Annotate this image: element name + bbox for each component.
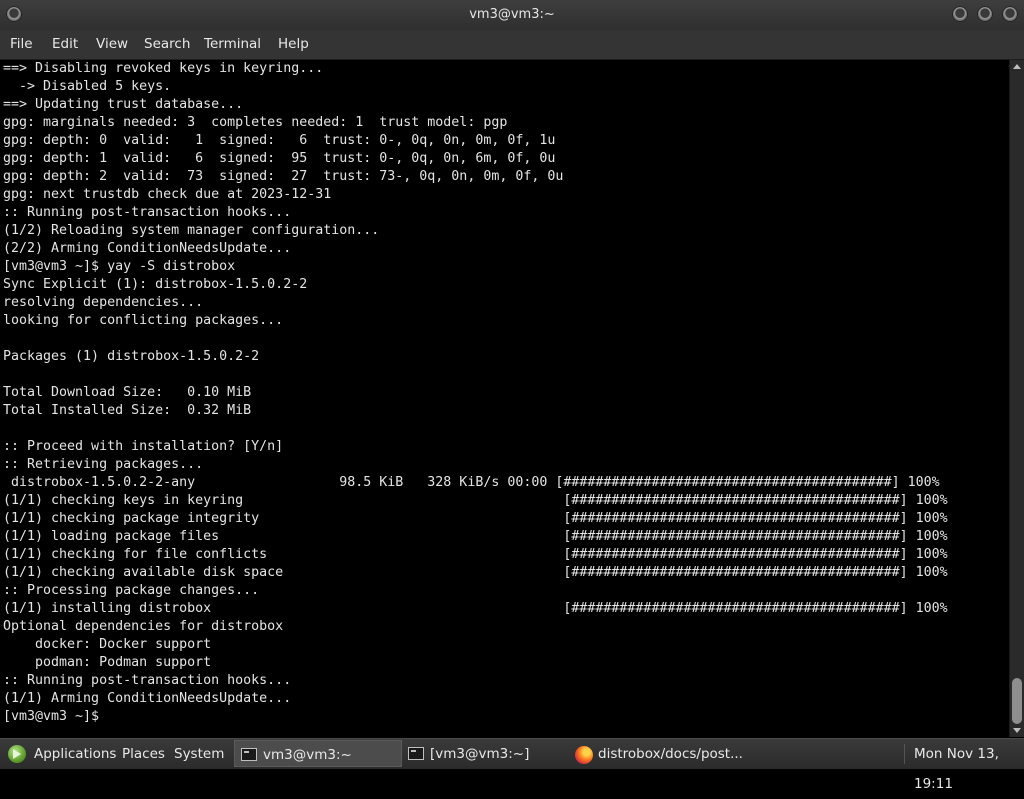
- task-button-terminal-active[interactable]: vm3@vm3:~: [234, 740, 402, 767]
- terminal-icon: [241, 748, 257, 761]
- terminal-line: :: Running post-transaction hooks...: [3, 205, 292, 220]
- menu-search[interactable]: Search: [144, 30, 190, 59]
- terminal-line: gpg: depth: 2 valid: 73 signed: 27 trust…: [3, 169, 564, 184]
- terminal-line: gpg: marginals needed: 3 completes neede…: [3, 115, 508, 130]
- terminal-icon: [408, 747, 424, 760]
- terminal-line: ==> Updating trust database...: [3, 97, 244, 112]
- terminal-line: Total Download Size: 0.10 MiB: [3, 385, 252, 400]
- menu-help[interactable]: Help: [278, 30, 309, 59]
- task-label: distrobox/docs/post...: [598, 746, 743, 762]
- applications-menu[interactable]: Applications: [34, 739, 116, 769]
- applications-menu-icon[interactable]: [8, 745, 26, 763]
- terminal-line: (1/1) checking package integrity [######…: [3, 511, 948, 526]
- task-button-terminal[interactable]: [vm3@vm3:~]: [404, 740, 570, 767]
- maximize-button[interactable]: [977, 6, 993, 22]
- terminal-line: distrobox-1.5.0.2-2-any 98.5 KiB 328 KiB…: [3, 475, 940, 490]
- places-menu[interactable]: Places: [122, 739, 165, 769]
- terminal-line: (1/1) checking available disk space [###…: [3, 565, 948, 580]
- system-menu[interactable]: System: [174, 739, 224, 769]
- terminal-line: (2/2) Arming ConditionNeedsUpdate...: [3, 241, 292, 256]
- terminal-line: Packages (1) distrobox-1.5.0.2-2: [3, 349, 260, 364]
- clock[interactable]: Mon Nov 13, 19:11: [914, 739, 1024, 792]
- terminal-output[interactable]: ==> Disabling revoked keys in keyring...…: [0, 60, 1009, 737]
- terminal-line: gpg: depth: 0 valid: 1 signed: 6 trust: …: [3, 133, 556, 148]
- menu-terminal[interactable]: Terminal: [204, 30, 261, 59]
- minimize-button[interactable]: [952, 6, 968, 22]
- taskbar: Applications Places System vm3@vm3:~ [vm…: [0, 738, 1024, 792]
- window-titlebar[interactable]: vm3@vm3:~: [0, 0, 1024, 30]
- terminal-line: :: Running post-transaction hooks...: [3, 673, 292, 688]
- task-label: vm3@vm3:~: [263, 747, 352, 763]
- terminal-line: [vm3@vm3 ~]$: [3, 709, 108, 724]
- terminal-line: (1/1) Arming ConditionNeedsUpdate...: [3, 691, 292, 706]
- terminal-line: (1/1) checking for file conflicts [#####…: [3, 547, 948, 562]
- terminal-line: :: Retrieving packages...: [3, 457, 204, 472]
- terminal-scrollbar[interactable]: [1009, 60, 1024, 737]
- terminal-line: gpg: next trustdb check due at 2023-12-3…: [3, 187, 332, 202]
- menu-edit[interactable]: Edit: [52, 30, 78, 59]
- terminal-line: [vm3@vm3 ~]$ yay -S distrobox: [3, 259, 236, 274]
- close-button[interactable]: [1002, 6, 1018, 22]
- terminal-line: Optional dependencies for distrobox: [3, 619, 284, 634]
- task-label: [vm3@vm3:~]: [430, 746, 530, 762]
- terminal-line: resolving dependencies...: [3, 295, 204, 310]
- scrollbar-thumb[interactable]: [1012, 678, 1022, 724]
- terminal-line: (1/2) Reloading system manager configura…: [3, 223, 380, 238]
- firefox-icon: [575, 746, 593, 764]
- terminal-line: gpg: depth: 1 valid: 6 signed: 95 trust:…: [3, 151, 556, 166]
- terminal-line: (1/1) checking keys in keyring [########…: [3, 493, 948, 508]
- terminal-line: podman: Podman support: [3, 655, 212, 670]
- terminal-line: (1/1) loading package files [###########…: [3, 529, 948, 544]
- terminal-line: docker: Docker support: [3, 637, 212, 652]
- terminal-line: ==> Disabling revoked keys in keyring...: [3, 61, 324, 76]
- terminal-line: Sync Explicit (1): distrobox-1.5.0.2-2: [3, 277, 308, 292]
- terminal-line: looking for conflicting packages...: [3, 313, 284, 328]
- terminal-line: :: Proceed with installation? [Y/n]: [3, 439, 284, 454]
- scroll-up-icon[interactable]: [1013, 64, 1021, 69]
- terminal-line: (1/1) installing distrobox [############…: [3, 601, 948, 616]
- menu-view[interactable]: View: [96, 30, 128, 59]
- terminal-line: :: Processing package changes...: [3, 583, 260, 598]
- terminal-text: ==> Disabling revoked keys in keyring...…: [0, 60, 1009, 726]
- task-button-firefox[interactable]: distrobox/docs/post...: [572, 740, 748, 767]
- terminal-line: -> Disabled 5 keys.: [3, 79, 172, 94]
- menu-bar: File Edit View Search Terminal Help: [0, 30, 1024, 60]
- menu-file[interactable]: File: [10, 30, 33, 59]
- window-title: vm3@vm3:~: [469, 7, 555, 22]
- taskbar-separator: [904, 744, 905, 764]
- scroll-down-icon[interactable]: [1013, 728, 1021, 733]
- terminal-line: Total Installed Size: 0.32 MiB: [3, 403, 252, 418]
